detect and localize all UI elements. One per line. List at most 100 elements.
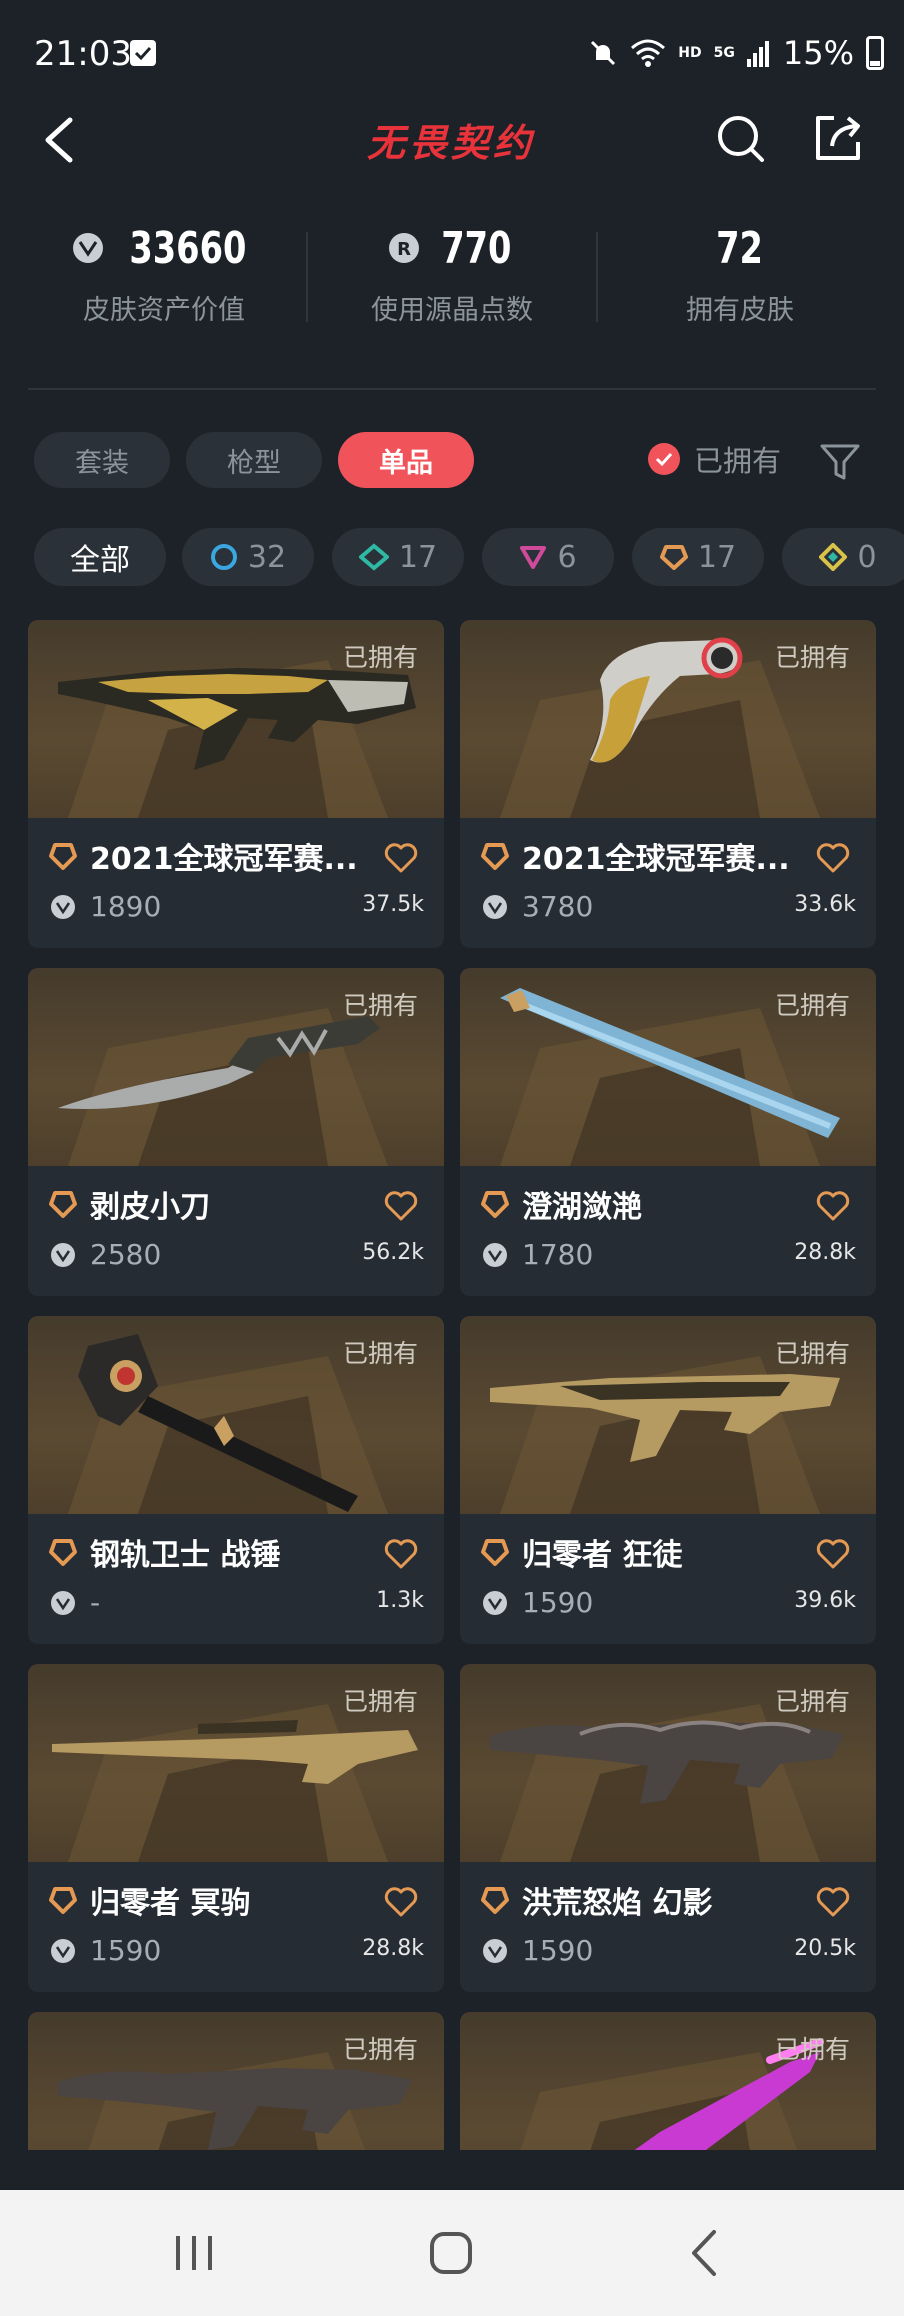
tab-bundles[interactable]: 套装	[34, 432, 170, 488]
chip-count: 17	[398, 539, 438, 575]
vp-icon	[51, 1938, 75, 1963]
skin-card[interactable]: 已拥有 洪荒怒焰 幻影 1590 20.5k	[460, 1664, 876, 1992]
chip-count: 32	[247, 539, 287, 575]
skin-card[interactable]: 已拥有 归零者 冥驹 1590 28.8k	[28, 1664, 444, 1992]
like-count: 1.3k	[376, 1588, 424, 1613]
heart-icon[interactable]	[816, 1190, 850, 1222]
funnel-icon	[820, 444, 860, 480]
skin-image: 已拥有	[28, 968, 444, 1166]
ultra-tier-icon	[481, 1539, 509, 1566]
divider	[596, 232, 598, 322]
skin-image: 已拥有	[460, 1316, 876, 1514]
header: 无畏契约	[0, 100, 904, 180]
stat-value: 770	[440, 222, 512, 274]
skin-image: 已拥有	[460, 1664, 876, 1862]
like-count: 28.8k	[362, 1936, 424, 1961]
mute-icon	[591, 40, 616, 66]
search-button[interactable]	[712, 110, 768, 166]
skin-card[interactable]: 已拥有 剥皮小刀 2580 56.2k	[28, 968, 444, 1296]
skin-card[interactable]: 已拥有 澄湖潋滟 1780 28.8k	[460, 968, 876, 1296]
checkbox-checked-icon	[648, 443, 680, 475]
radianite-icon: R	[388, 233, 419, 263]
tab-single-items[interactable]: 单品	[338, 432, 474, 488]
recent-apps-button[interactable]	[160, 2220, 230, 2286]
signal-type: 5G	[713, 45, 735, 61]
chevron-left-icon	[45, 117, 73, 163]
chip-rarity-ultra[interactable]: 17	[632, 528, 764, 586]
skin-price: 1590	[522, 1934, 594, 1967]
skin-card[interactable]: 已拥有 2021全球冠军赛... 1890 37.5k	[28, 620, 444, 948]
skin-card[interactable]: 已拥有	[460, 2012, 876, 2150]
skin-card[interactable]: 已拥有 归零者 狂徒 1590 39.6k	[460, 1316, 876, 1644]
heart-icon[interactable]	[384, 842, 418, 874]
skin-name: 剥皮小刀	[90, 1190, 210, 1225]
stat-value: 33660	[129, 222, 247, 274]
chip-count: 0	[857, 539, 877, 575]
skin-price: -	[90, 1586, 101, 1619]
stats-panel: 33660 皮肤资产价值 R 770 使用源晶点数 72 拥有皮肤	[0, 220, 904, 340]
share-button[interactable]	[810, 110, 866, 166]
owned-label: 已拥有	[342, 2035, 418, 2064]
exclusive-tier-icon	[819, 543, 848, 571]
system-navigation-bar	[0, 2190, 904, 2316]
owned-label: 已拥有	[774, 1339, 850, 1368]
skin-image: 已拥有	[460, 620, 876, 818]
ultra-tier-icon	[659, 545, 688, 570]
owned-label: 已拥有	[342, 1339, 418, 1368]
skin-price: 3780	[522, 890, 594, 923]
filter-button[interactable]	[818, 440, 862, 484]
skin-price: 1780	[522, 1238, 594, 1271]
ultra-tier-icon	[49, 843, 77, 870]
heart-icon[interactable]	[384, 1886, 418, 1918]
like-count: 37.5k	[362, 892, 424, 917]
like-count: 20.5k	[794, 1936, 856, 1961]
search-icon	[718, 116, 764, 162]
home-button[interactable]	[416, 2220, 486, 2286]
like-count: 33.6k	[794, 892, 856, 917]
owned-label: 已拥有	[774, 2035, 850, 2064]
skin-card[interactable]: 已拥有 2021全球冠军赛... 3780 33.6k	[460, 620, 876, 948]
ultra-tier-icon	[49, 1191, 77, 1218]
heart-icon[interactable]	[384, 1538, 418, 1570]
heart-icon[interactable]	[816, 1538, 850, 1570]
chip-rarity-premium[interactable]: 6	[482, 528, 614, 586]
chip-count: 6	[557, 539, 577, 575]
heart-icon[interactable]	[816, 842, 850, 874]
system-back-button[interactable]	[670, 2220, 740, 2286]
chip-rarity-exclusive[interactable]: 0	[782, 528, 904, 586]
ultra-tier-icon	[49, 1887, 77, 1914]
owned-filter-toggle[interactable]: 已拥有	[648, 438, 781, 480]
heart-icon[interactable]	[384, 1190, 418, 1222]
skin-card[interactable]: 已拥有	[28, 2012, 444, 2150]
skin-image: 已拥有	[28, 620, 444, 818]
chip-rarity-select[interactable]: 32	[182, 528, 314, 586]
notification-check-icon	[130, 40, 156, 66]
app-logo-title: 无畏契约	[366, 121, 535, 165]
skin-name: 归零者 冥驹	[90, 1886, 251, 1921]
like-count: 39.6k	[794, 1588, 856, 1613]
signal-icon	[746, 41, 769, 67]
skin-grid: 已拥有 2021全球冠军赛... 1890 37.5k 已拥有 2021全球冠军…	[0, 620, 904, 2150]
share-icon	[816, 116, 860, 160]
skin-name: 钢轨卫士 战锤	[90, 1538, 281, 1573]
owned-filter-label: 已拥有	[694, 444, 782, 478]
status-icons: HD 5G 15%	[588, 34, 884, 72]
skin-card[interactable]: 已拥有 钢轨卫士 战锤 - 1.3k	[28, 1316, 444, 1644]
skin-price: 2580	[90, 1238, 162, 1271]
tab-weapon-type[interactable]: 枪型	[186, 432, 322, 488]
chip-rarity-deluxe[interactable]: 17	[332, 528, 464, 586]
heart-icon[interactable]	[816, 1886, 850, 1918]
skin-price: 1590	[522, 1586, 594, 1619]
skin-name: 2021全球冠军赛...	[90, 842, 358, 877]
vp-icon	[73, 233, 104, 263]
back-button[interactable]	[34, 110, 94, 170]
chip-all[interactable]: 全部	[34, 528, 166, 586]
select-tier-icon	[210, 544, 237, 570]
divider	[28, 388, 876, 390]
owned-label: 已拥有	[342, 1687, 418, 1716]
ultra-tier-icon	[49, 1539, 77, 1566]
owned-label: 已拥有	[774, 991, 850, 1020]
vp-icon	[51, 1242, 75, 1267]
skin-image: 已拥有	[460, 2012, 876, 2150]
network-type: HD	[678, 45, 702, 61]
